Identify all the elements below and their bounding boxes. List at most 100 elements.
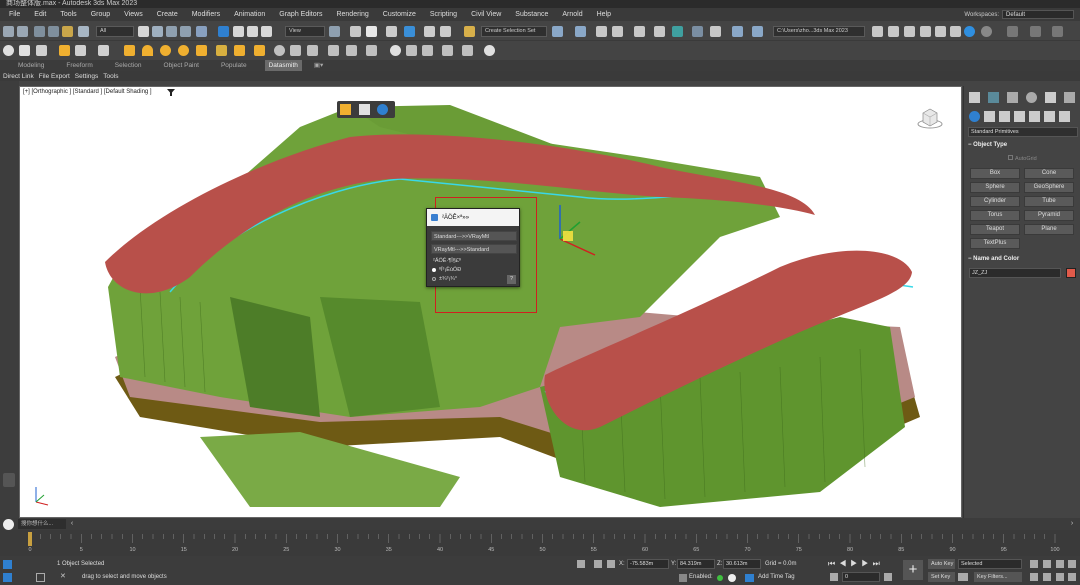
zoom-icon[interactable] xyxy=(1030,560,1038,568)
primitives-dropdown[interactable]: Standard Primitives xyxy=(968,127,1078,137)
teapot-icon[interactable] xyxy=(3,45,14,56)
ribbon-tab-datasmith[interactable]: Datasmith xyxy=(264,60,302,71)
plane-button[interactable]: Plane xyxy=(1024,224,1074,235)
vray-clipper-icon[interactable] xyxy=(290,45,301,56)
menu-customize[interactable]: Customize xyxy=(376,8,423,21)
render-production-icon[interactable] xyxy=(752,26,763,37)
hierarchy-tab-icon[interactable] xyxy=(1007,92,1018,103)
cameras-icon[interactable] xyxy=(1014,111,1025,122)
render-icon[interactable] xyxy=(19,45,30,56)
go-to-end-icon[interactable]: ⏭ xyxy=(873,559,884,568)
material-editor-icon[interactable] xyxy=(692,26,703,37)
track-bar[interactable]: 0 5 10 15 20 25 30 35 40 45 50 55 60 65 70 75 80 85 90 95 10… xyxy=(0,530,1080,556)
angle-snap-icon[interactable] xyxy=(404,26,415,37)
menu-arnold[interactable]: Arnold xyxy=(555,8,589,21)
toolbar-tool-1-icon[interactable] xyxy=(888,26,899,37)
vray-ies-light-icon[interactable] xyxy=(178,45,189,56)
info-icon[interactable] xyxy=(728,574,736,582)
selection-lock-icon[interactable] xyxy=(36,573,45,582)
fov-icon[interactable] xyxy=(1030,573,1038,581)
ribbon-tab-populate[interactable]: Populate xyxy=(217,60,251,71)
z-coordinate-field[interactable]: 30.613m xyxy=(723,559,761,569)
cylinder-button[interactable]: Cylinder xyxy=(970,196,1020,207)
toolbar-tool-3-icon[interactable] xyxy=(920,26,931,37)
datasmith-tools[interactable]: Tools xyxy=(103,73,118,80)
vray-tool-2-icon[interactable] xyxy=(462,45,473,56)
datasmith-settings[interactable]: Settings xyxy=(75,73,99,80)
menu-help[interactable]: Help xyxy=(590,8,618,21)
vray-instancer-icon[interactable] xyxy=(366,45,377,56)
toolbar-tool-4-icon[interactable] xyxy=(935,26,946,37)
vray-tool-icon[interactable] xyxy=(442,45,453,56)
sync-icon[interactable] xyxy=(981,26,992,37)
object-color-swatch[interactable] xyxy=(1066,268,1076,278)
vray-ambient-light-icon[interactable] xyxy=(196,45,207,56)
datasmith-file-export[interactable]: File Export xyxy=(39,73,70,80)
pan-icon[interactable] xyxy=(1043,573,1051,581)
lock-selection-icon[interactable] xyxy=(594,560,602,568)
reference-coordinate-dropdown[interactable]: View xyxy=(285,26,325,37)
motion-tab-icon[interactable] xyxy=(1026,92,1037,103)
schematic-view-icon[interactable] xyxy=(672,26,683,37)
toolbar-tool-5-icon[interactable] xyxy=(950,26,961,37)
spinner-snap-icon[interactable] xyxy=(440,26,451,37)
teapot-button[interactable]: Teapot xyxy=(970,224,1020,235)
create-tab-icon[interactable] xyxy=(969,92,980,103)
menu-group[interactable]: Group xyxy=(84,8,117,21)
rectangular-selection-icon[interactable] xyxy=(166,26,177,37)
vray-sun-icon[interactable] xyxy=(124,45,135,56)
redo-icon[interactable] xyxy=(17,26,28,37)
standard-to-vraymtl-button[interactable]: Standard--->>VRayMtl xyxy=(431,231,517,241)
add-time-tag-button[interactable]: Add Time Tag xyxy=(758,574,795,580)
name-and-color-header[interactable]: − Name and Color xyxy=(968,256,1078,262)
menu-scripting[interactable]: Scripting xyxy=(423,8,464,21)
viewcube-icon[interactable] xyxy=(917,104,943,130)
select-move-icon[interactable] xyxy=(196,26,207,37)
ribbon-tab-modeling[interactable]: Modeling xyxy=(14,60,48,71)
key-filters-icon[interactable] xyxy=(958,573,968,581)
vray-light-icon[interactable] xyxy=(59,45,70,56)
play-icon[interactable]: ▶ xyxy=(850,559,861,568)
menu-file[interactable]: File xyxy=(2,8,27,21)
next-key-icon[interactable]: ▶ xyxy=(861,559,872,568)
modify-tab-icon[interactable] xyxy=(988,92,999,103)
key-filters-button[interactable]: Key Filters... xyxy=(974,572,1022,582)
geosphere-button[interactable]: GeoSphere xyxy=(1024,182,1074,193)
lights-icon[interactable] xyxy=(999,111,1010,122)
menu-rendering[interactable]: Rendering xyxy=(329,8,375,21)
tube-button[interactable]: Tube xyxy=(1024,196,1074,207)
sphere-button[interactable]: Sphere xyxy=(970,182,1020,193)
menu-modifiers[interactable]: Modifiers xyxy=(185,8,227,21)
adaptive-degradation-icon[interactable] xyxy=(679,574,687,582)
filter-icon[interactable] xyxy=(167,89,175,96)
enabled-status-icon[interactable] xyxy=(717,575,723,581)
menu-views[interactable]: Views xyxy=(117,8,150,21)
ribbon-options-icon[interactable]: ▣▾ xyxy=(310,60,327,71)
toolbar-tool-2-icon[interactable] xyxy=(904,26,915,37)
snaps-toggle-icon[interactable] xyxy=(386,26,397,37)
selection-filter-dropdown[interactable]: All xyxy=(96,26,134,37)
menu-animation[interactable]: Animation xyxy=(227,8,272,21)
vray-material-sphere-icon[interactable] xyxy=(390,45,401,56)
expand-panel-icon[interactable] xyxy=(3,473,15,487)
menu-civil-view[interactable]: Civil View xyxy=(464,8,508,21)
vray-validate-icon[interactable] xyxy=(484,45,495,56)
pivot-center-icon[interactable] xyxy=(329,26,340,37)
maximize-viewport-icon[interactable] xyxy=(1068,573,1076,581)
vray-lister-icon[interactable] xyxy=(422,45,433,56)
unlink-icon[interactable] xyxy=(48,26,59,37)
vray-material-icon[interactable] xyxy=(406,45,417,56)
time-tag-icon[interactable] xyxy=(745,574,754,582)
pyramid-button[interactable]: Pyramid xyxy=(1024,210,1074,221)
project-folder-icon[interactable] xyxy=(872,26,883,37)
align-icon[interactable] xyxy=(575,26,586,37)
zoom-all-icon[interactable] xyxy=(1043,560,1051,568)
ribbon-tab-selection[interactable]: Selection xyxy=(111,60,146,71)
assistant-icon[interactable] xyxy=(3,519,14,530)
select-by-name-icon[interactable] xyxy=(152,26,163,37)
key-selection-dropdown[interactable]: Selected xyxy=(958,559,1022,569)
key-mode-icon[interactable] xyxy=(830,573,838,581)
systems-icon[interactable] xyxy=(1059,111,1070,122)
menu-edit[interactable]: Edit xyxy=(27,8,53,21)
viewport-label[interactable]: [+] [Orthographic ] [Standard ] [Default… xyxy=(23,89,152,95)
